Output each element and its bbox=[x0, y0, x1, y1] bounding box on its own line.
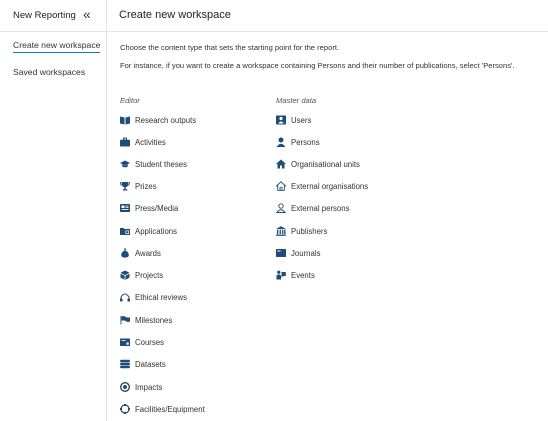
cube-icon bbox=[120, 270, 130, 280]
master-item-label: Events bbox=[291, 270, 315, 280]
external-house-icon bbox=[276, 181, 286, 191]
collapse-sidebar-icon[interactable]: « bbox=[83, 6, 91, 22]
scale-icon bbox=[120, 292, 130, 302]
intro-text-line-2: For instance, if you want to create a wo… bbox=[120, 61, 515, 70]
editor-item-ethical-reviews[interactable]: Ethical reviews bbox=[120, 291, 187, 303]
sidebar-item-saved-workspaces[interactable]: Saved workspaces bbox=[13, 67, 85, 77]
target-icon bbox=[120, 382, 130, 392]
book-icon bbox=[120, 115, 130, 125]
newspaper-icon bbox=[120, 203, 130, 213]
master-item-label: External persons bbox=[291, 203, 350, 213]
editor-item-label: Facilities/Equipment bbox=[135, 404, 205, 414]
editor-item-label: Research outputs bbox=[135, 115, 197, 125]
sidebar-item-create-new-workspace[interactable]: Create new workspace bbox=[13, 40, 101, 53]
master-item-label: Publishers bbox=[291, 226, 328, 236]
editor-item-courses[interactable]: Courses bbox=[120, 336, 164, 348]
editor-item-press-media[interactable]: Press/Media bbox=[120, 202, 178, 214]
master-item-label: External organisations bbox=[291, 181, 369, 191]
editor-item-label: Prizes bbox=[135, 181, 157, 191]
users-icon bbox=[276, 115, 286, 125]
editor-item-label: Applications bbox=[135, 226, 178, 236]
master-item-organisational-units[interactable]: Organisational units bbox=[276, 158, 360, 170]
page-title: Create new workspace bbox=[119, 9, 231, 21]
editor-item-impacts[interactable]: Impacts bbox=[120, 381, 162, 393]
editor-item-label: Student theses bbox=[135, 159, 188, 169]
master-item-persons[interactable]: Persons bbox=[276, 136, 320, 148]
master-data-heading: Master data bbox=[276, 96, 317, 105]
person-icon bbox=[276, 137, 286, 147]
intro-text-line-1: Choose the content type that sets the st… bbox=[120, 43, 340, 52]
master-item-publishers[interactable]: Publishers bbox=[276, 225, 327, 237]
master-item-label: Users bbox=[291, 115, 312, 125]
editor-item-datasets[interactable]: Datasets bbox=[120, 358, 166, 370]
editor-heading: Editor bbox=[120, 96, 140, 105]
editor-item-label: Milestones bbox=[135, 315, 173, 325]
editor-item-label: Awards bbox=[135, 248, 161, 258]
money-bag-icon bbox=[120, 248, 130, 258]
editor-item-label: Press/Media bbox=[135, 203, 179, 213]
editor-item-label: Ethical reviews bbox=[135, 292, 187, 302]
sidebar-header: New Reporting « bbox=[0, 0, 106, 32]
sidebar-title: New Reporting bbox=[13, 10, 76, 21]
house-icon bbox=[276, 159, 286, 169]
application-icon bbox=[120, 226, 130, 236]
equipment-icon bbox=[120, 404, 130, 414]
editor-item-label: Impacts bbox=[135, 382, 163, 392]
editor-item-facilities-equipment[interactable]: Facilities/Equipment bbox=[120, 403, 205, 415]
editor-item-activities[interactable]: Activities bbox=[120, 136, 166, 148]
editor-item-awards[interactable]: Awards bbox=[120, 247, 161, 259]
sidebar: New Reporting « Create new workspace Sav… bbox=[0, 0, 107, 421]
database-icon bbox=[120, 359, 130, 369]
editor-item-label: Datasets bbox=[135, 359, 166, 369]
page-header: Create new workspace bbox=[107, 0, 548, 32]
master-item-external-persons[interactable]: External persons bbox=[276, 202, 350, 214]
master-item-label: Persons bbox=[291, 137, 320, 147]
editor-item-prizes[interactable]: Prizes bbox=[120, 180, 157, 192]
course-icon bbox=[120, 337, 130, 347]
trophy-icon bbox=[120, 181, 130, 191]
editor-item-research-outputs[interactable]: Research outputs bbox=[120, 114, 196, 126]
flag-icon bbox=[120, 315, 130, 325]
master-item-label: Journals bbox=[291, 248, 321, 258]
editor-item-student-theses[interactable]: Student theses bbox=[120, 158, 187, 170]
building-icon bbox=[276, 226, 286, 236]
editor-item-label: Courses bbox=[135, 337, 165, 347]
master-item-events[interactable]: Events bbox=[276, 269, 315, 281]
master-item-journals[interactable]: Journals bbox=[276, 247, 320, 259]
master-item-external-organisations[interactable]: External organisations bbox=[276, 180, 368, 192]
external-person-icon bbox=[276, 203, 286, 213]
graduation-cap-icon bbox=[120, 159, 130, 169]
editor-item-projects[interactable]: Projects bbox=[120, 269, 163, 281]
editor-item-milestones[interactable]: Milestones bbox=[120, 314, 172, 326]
journal-icon bbox=[276, 248, 286, 258]
master-item-users[interactable]: Users bbox=[276, 114, 311, 126]
editor-item-label: Activities bbox=[135, 137, 166, 147]
event-icon bbox=[276, 270, 286, 280]
master-item-label: Organisational units bbox=[291, 159, 360, 169]
editor-item-label: Projects bbox=[135, 270, 164, 280]
briefcase-icon bbox=[120, 137, 130, 147]
editor-item-applications[interactable]: Applications bbox=[120, 225, 177, 237]
